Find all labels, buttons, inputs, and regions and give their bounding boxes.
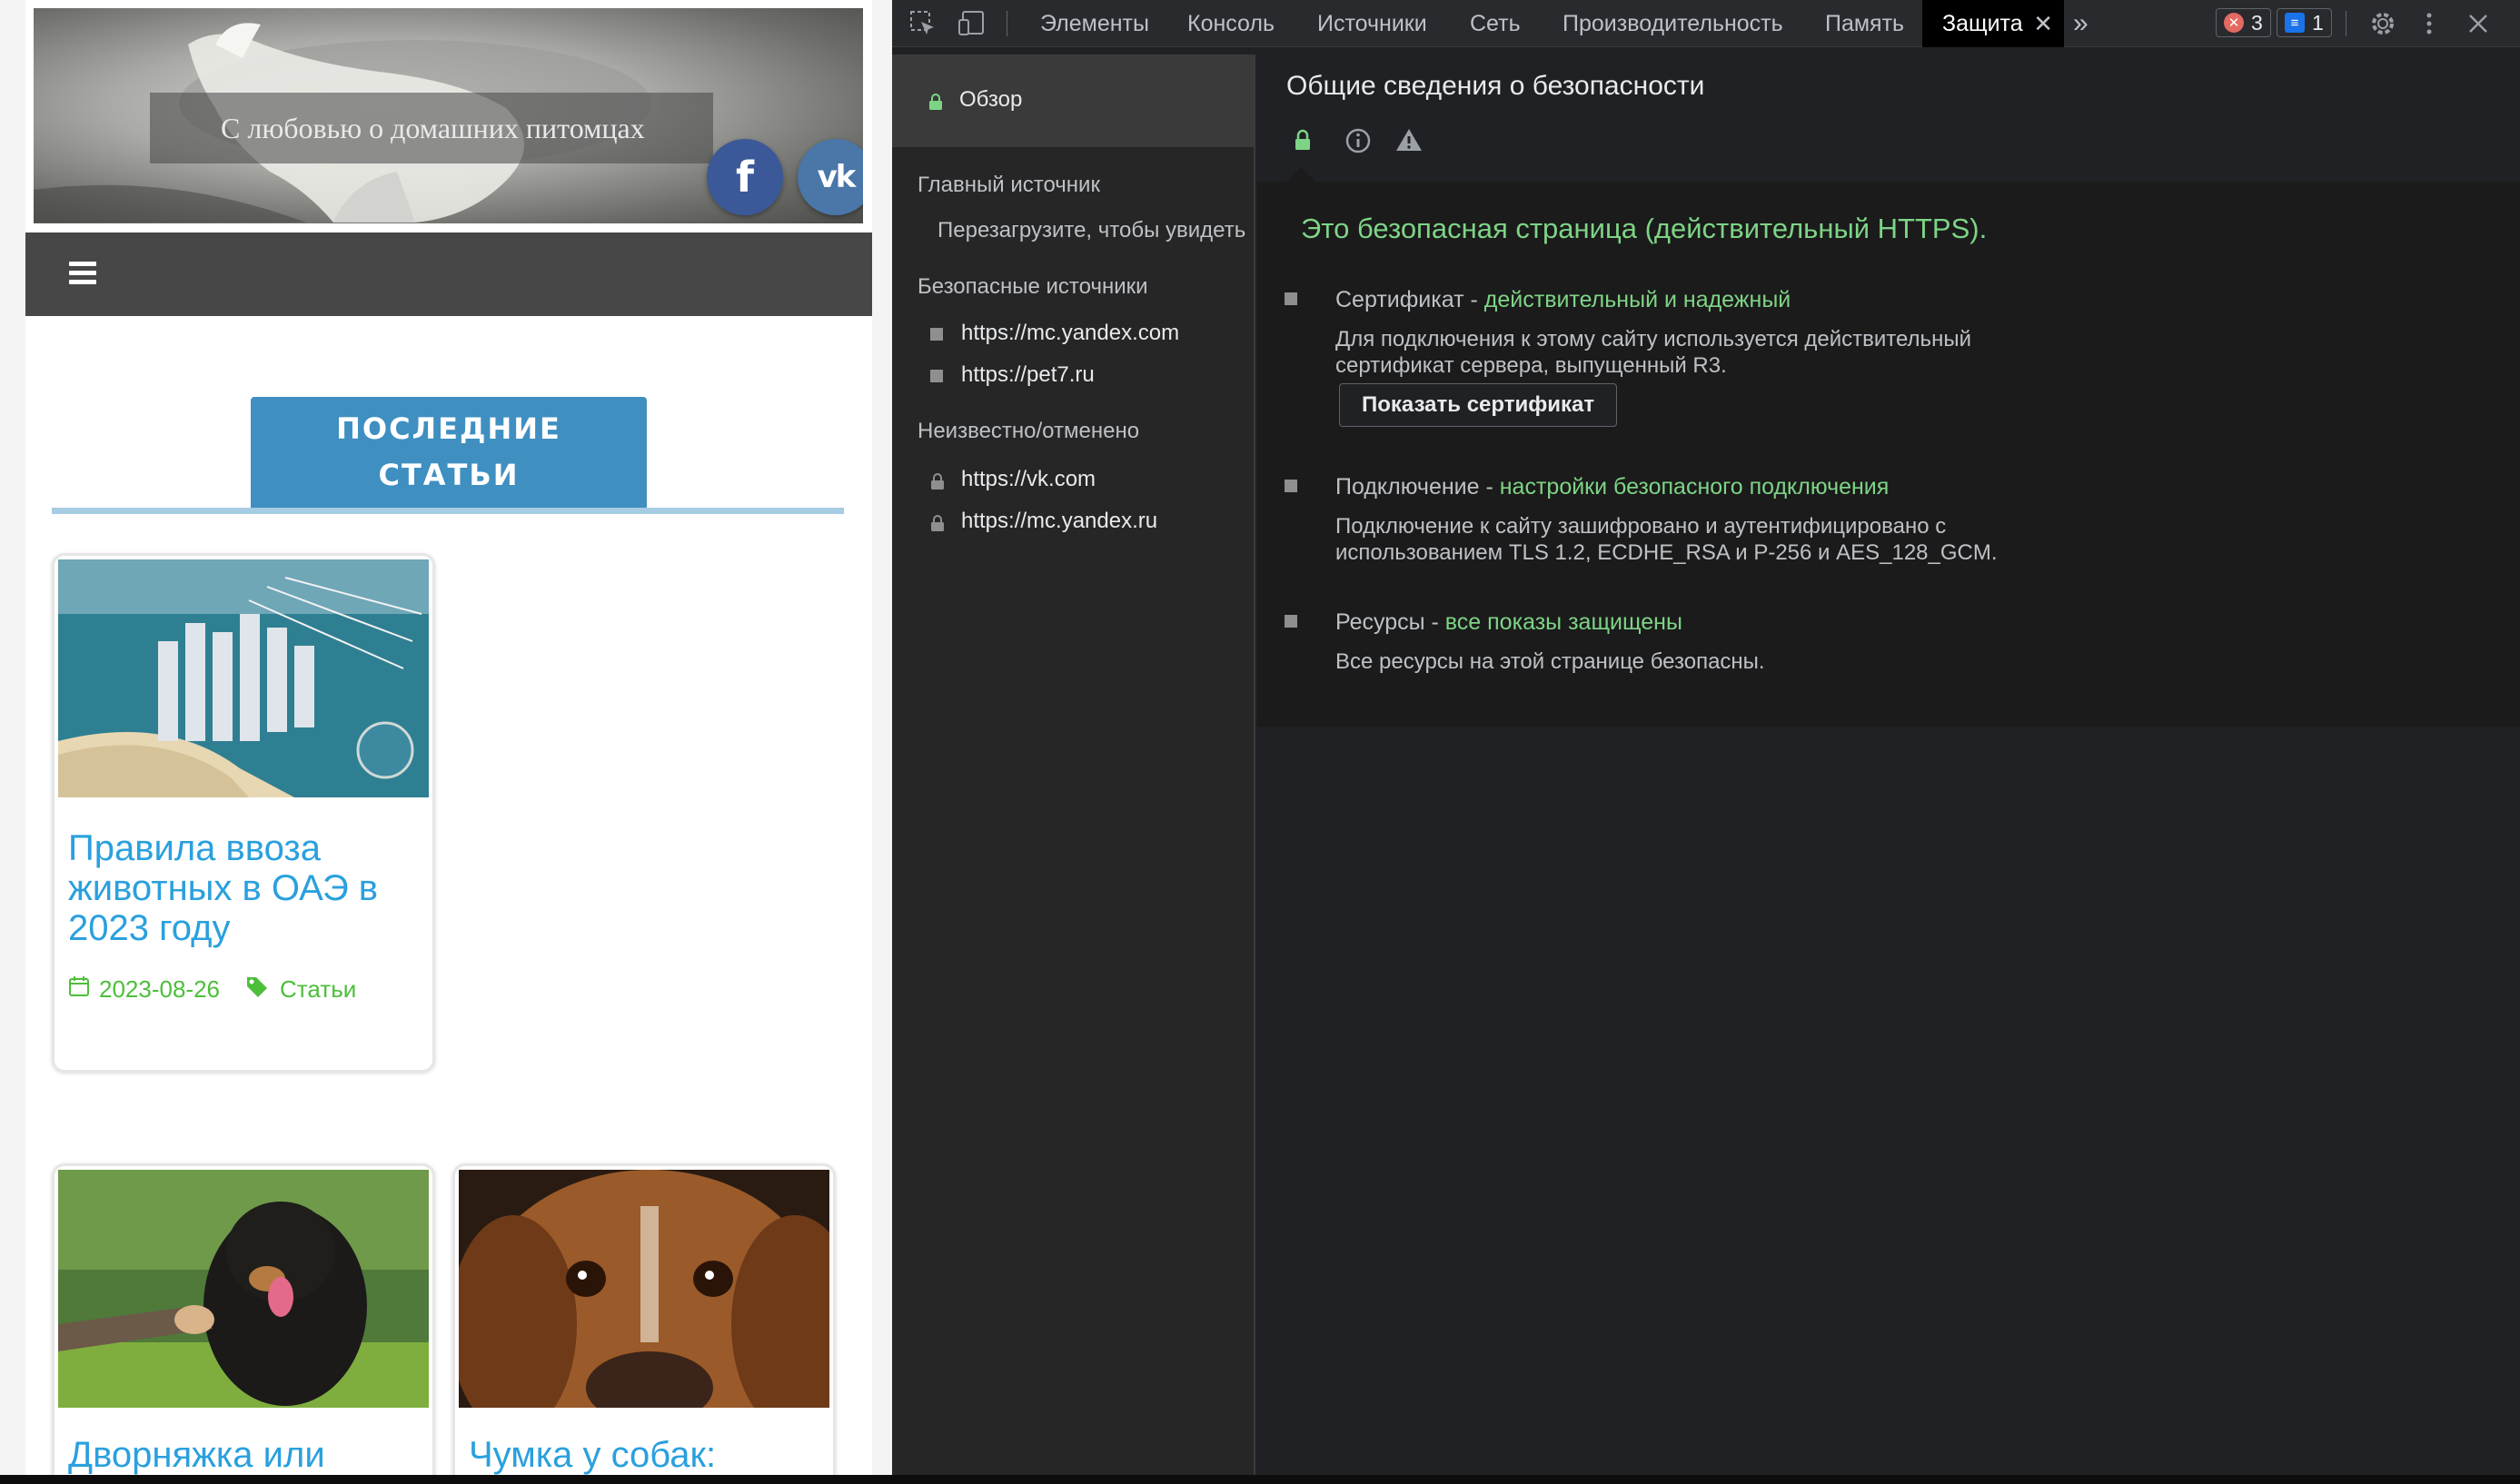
section-divider — [52, 508, 844, 514]
tab-performance[interactable]: Производительность — [1563, 0, 1783, 47]
messages-count: 1 — [2312, 10, 2324, 35]
tab-sources[interactable]: Источники — [1317, 0, 1427, 47]
origin-url: https://pet7.ru — [961, 362, 1095, 387]
article-meta: 2023-08-26 Статьи — [68, 975, 356, 1004]
tab-memory[interactable]: Память — [1825, 0, 1904, 47]
article-date: 2023-08-26 — [99, 975, 220, 1003]
article-card[interactable]: Правила ввоза животных в ОАЭ в 2023 году… — [52, 553, 435, 1073]
more-tabs-icon[interactable]: » — [2073, 0, 2088, 47]
resources-status: все показы защищены — [1444, 609, 1682, 635]
header-banner: С любовью о домашних питомцах f vk — [34, 8, 863, 223]
main-origin-hint[interactable]: Перезагрузите, чтобы увидеть — [938, 218, 1245, 243]
main-origin-heading: Главный источник — [918, 173, 1100, 197]
website-panel: С любовью о домашних питомцах f vk ПОСЛЕ… — [0, 0, 892, 1475]
errors-counter[interactable]: ✕ 3 — [2216, 8, 2271, 37]
security-overview-main: Общие сведения о безопасности Это безопа… — [1257, 47, 2520, 1475]
resources-description: Все ресурсы на этой странице безопасны. — [1335, 649, 1765, 674]
tab-security-label: Защита — [1942, 11, 2023, 36]
facebook-icon[interactable]: f — [707, 139, 783, 215]
calendar-icon — [68, 975, 90, 1004]
error-icon: ✕ — [2224, 13, 2244, 33]
sidebar-item-overview[interactable]: Обзор — [892, 54, 1255, 147]
certificate-label: Сертификат - — [1335, 287, 1484, 312]
unknown-origins-heading: Неизвестно/отменено — [918, 419, 1140, 443]
origin-url: https://vk.com — [961, 467, 1096, 491]
more-options-icon[interactable] — [2424, 9, 2435, 45]
inspect-element-icon[interactable] — [908, 9, 938, 45]
section-bullet-icon — [1285, 615, 1297, 628]
close-devtools-icon[interactable] — [2465, 9, 2491, 45]
certificate-description: Для подключения к этому сайту использует… — [1335, 327, 1971, 378]
sidebar-item-origin[interactable]: https://mc.yandex.com — [930, 321, 1179, 346]
article-card[interactable]: Чумка у собак: — [452, 1163, 836, 1475]
message-icon: ≡ — [2285, 13, 2305, 33]
connection-section-title: Подключение - настройки безопасного подк… — [1335, 474, 1889, 500]
secure-origins-heading: Безопасные источники — [918, 274, 1148, 299]
article-title-link[interactable]: Правила ввоза животных в ОАЭ в 2023 году — [68, 828, 422, 948]
origin-bullet-icon — [930, 327, 943, 341]
article-thumbnail-beagle[interactable] — [459, 1170, 829, 1408]
security-sidebar: Обзор Главный источник Перезагрузите, чт… — [892, 54, 1255, 1475]
origin-url: https://mc.yandex.ru — [961, 509, 1158, 533]
section-bullet-icon — [1285, 480, 1297, 492]
tab-console[interactable]: Консоль — [1187, 0, 1275, 47]
view-certificate-button[interactable]: Показать сертификат — [1339, 383, 1618, 427]
gray-lock-icon — [930, 513, 945, 531]
tab-network[interactable]: Сеть — [1470, 0, 1521, 47]
info-icon — [1344, 127, 1372, 159]
resources-section-title: Ресурсы - все показы защищены — [1335, 609, 1682, 636]
article-title-link[interactable]: Дворняжка или — [68, 1435, 422, 1475]
hamburger-menu-icon[interactable] — [69, 262, 96, 285]
latest-articles-heading: ПОСЛЕДНИЕ СТАТЬИ — [251, 397, 647, 508]
page-margin-left — [0, 0, 25, 1475]
connection-status: настройки безопасного подключения — [1499, 474, 1890, 500]
article-card[interactable]: Дворняжка или — [52, 1163, 435, 1475]
security-summary-panel — [1257, 182, 2520, 727]
article-category-link[interactable]: Статьи — [280, 975, 356, 1004]
warning-icon — [1395, 127, 1423, 157]
errors-count: 3 — [2251, 10, 2263, 35]
article-title-link[interactable]: Чумка у собак: — [469, 1435, 823, 1475]
sidebar-item-origin[interactable]: https://mc.yandex.ru — [930, 509, 1157, 534]
sidebar-item-label: Обзор — [959, 87, 1023, 112]
resources-label: Ресурсы - — [1335, 609, 1445, 635]
latest-articles-heading-line2: СТАТЬИ — [378, 458, 520, 492]
section-bullet-icon — [1285, 292, 1297, 305]
green-lock-icon — [928, 92, 943, 110]
page-margin-right — [872, 0, 892, 1475]
latest-articles-heading-line1: ПОСЛЕДНИЕ — [336, 411, 561, 446]
summary-pointer — [1286, 167, 1315, 182]
page-title: Общие сведения о безопасности — [1286, 71, 1705, 101]
connection-description: Подключение к сайту зашифровано и аутент… — [1335, 514, 1998, 565]
certificate-status: действительный и надежный — [1483, 287, 1791, 312]
settings-gear-icon[interactable] — [2368, 9, 2397, 45]
sidebar-item-origin[interactable]: https://vk.com — [930, 467, 1096, 492]
origin-bullet-icon — [930, 369, 943, 382]
tab-elements[interactable]: Элементы — [1040, 0, 1149, 47]
window-bottom-edge — [0, 1475, 2520, 1484]
close-tab-icon[interactable]: ✕ — [2033, 0, 2053, 47]
devtools-panel: Элементы Консоль Источники Сеть Производ… — [892, 0, 2520, 1475]
secure-lock-icon — [1294, 129, 1312, 155]
certificate-section-title: Сертификат - действительный и надежный — [1335, 287, 1791, 313]
secure-page-message: Это безопасная страница (действительный … — [1301, 213, 1988, 244]
connection-label: Подключение - — [1335, 474, 1500, 500]
gray-lock-icon — [930, 471, 945, 490]
devtools-toolbar: Элементы Консоль Источники Сеть Производ… — [892, 0, 2520, 47]
site-tagline: С любовью о домашних питомцах — [150, 93, 713, 163]
sidebar-item-origin[interactable]: https://pet7.ru — [930, 362, 1095, 388]
origin-url: https://mc.yandex.com — [961, 321, 1180, 345]
tags-icon — [245, 975, 271, 1004]
article-thumbnail-dog-paw[interactable] — [58, 1170, 429, 1408]
tab-security[interactable]: Защита ✕ — [1922, 0, 2064, 47]
article-thumbnail-dubai-marina[interactable] — [58, 559, 429, 797]
device-toolbar-icon[interactable] — [957, 9, 988, 45]
site-navbar — [25, 232, 872, 316]
messages-counter[interactable]: ≡ 1 — [2277, 8, 2332, 37]
